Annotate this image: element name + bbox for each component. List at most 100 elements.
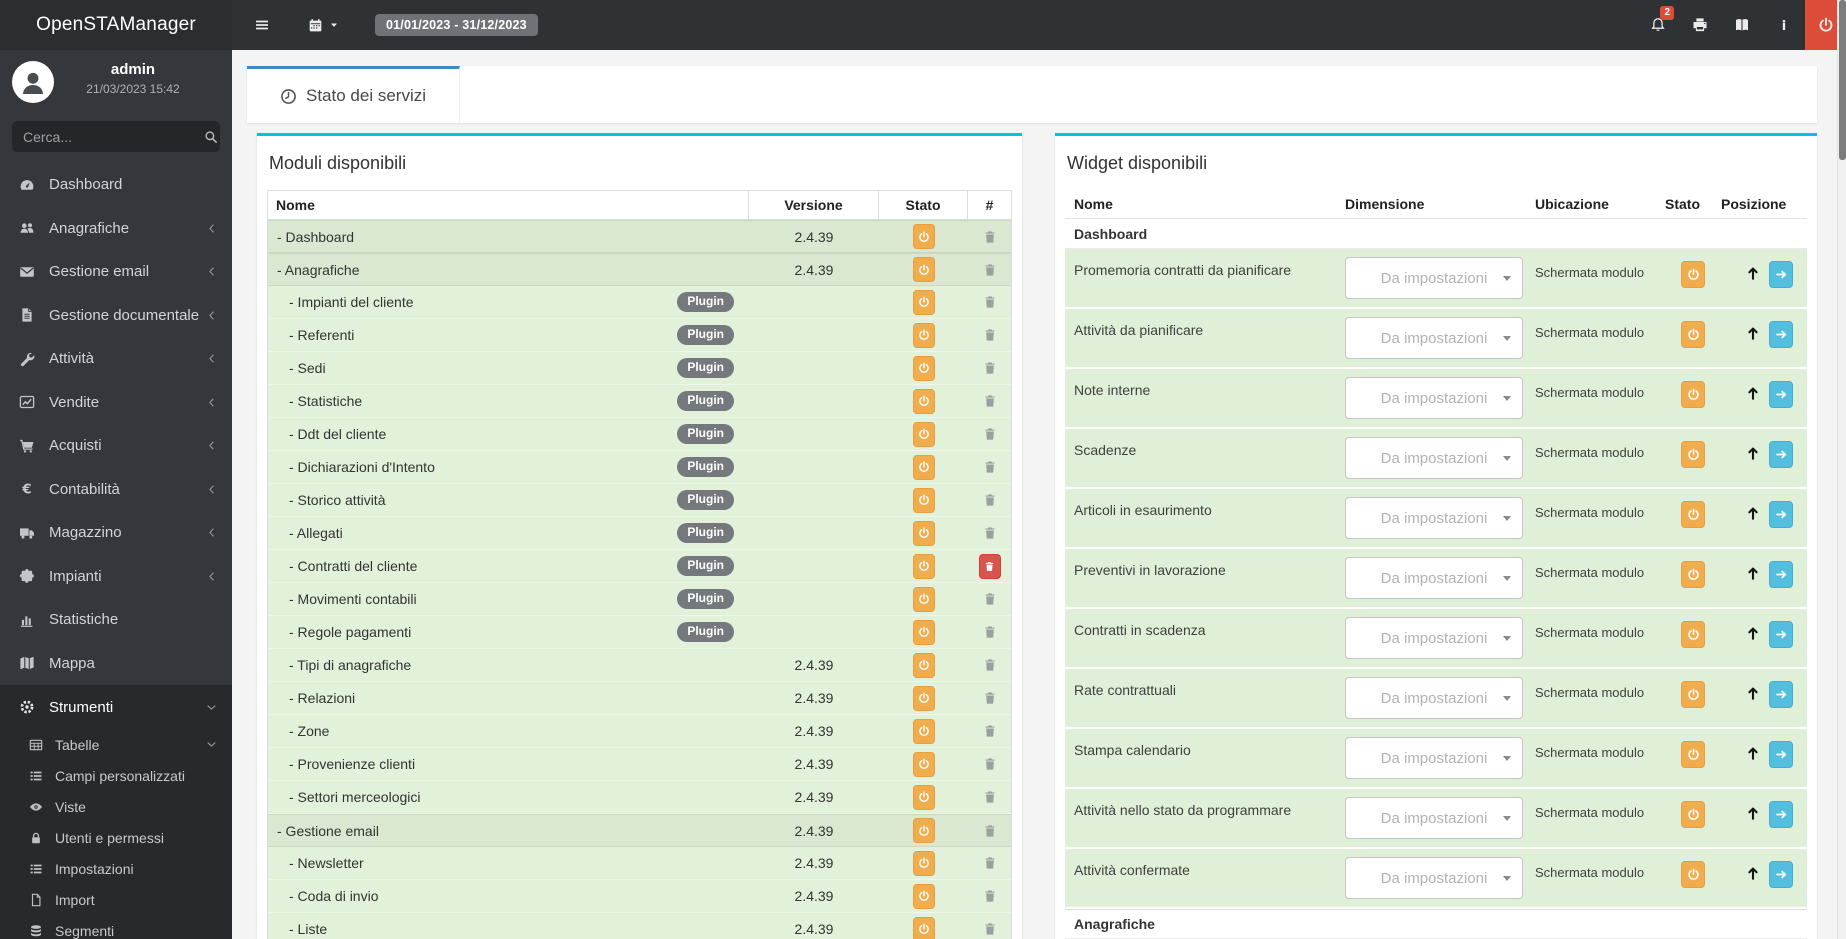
delete-module-button[interactable] [983, 625, 997, 639]
move-up-icon[interactable] [1745, 325, 1761, 341]
date-range-picker[interactable] [298, 0, 349, 50]
move-up-icon[interactable] [1745, 865, 1761, 881]
sidebar-subitem-utenti-e-permessi[interactable]: Utenti e permessi [0, 822, 232, 853]
delete-module-button[interactable] [983, 427, 997, 441]
toggle-module-button[interactable] [912, 454, 935, 480]
sidebar-item-gestione-documentale[interactable]: Gestione documentale [0, 294, 232, 338]
toggle-widget-button[interactable] [1681, 681, 1705, 708]
delete-module-button[interactable] [983, 922, 997, 936]
move-position-button[interactable] [1769, 381, 1793, 408]
toggle-module-button[interactable] [912, 751, 935, 777]
move-position-button[interactable] [1769, 261, 1793, 288]
move-position-button[interactable] [1769, 561, 1793, 588]
dimension-select[interactable]: Da impostazioni [1345, 317, 1523, 359]
delete-module-button[interactable] [983, 889, 997, 903]
sidebar-item-strumenti[interactable]: Strumenti [0, 685, 232, 729]
date-range-badge[interactable]: 01/01/2023 - 31/12/2023 [375, 14, 538, 36]
delete-module-button[interactable] [983, 394, 997, 408]
move-up-icon[interactable] [1745, 685, 1761, 701]
move-position-button[interactable] [1769, 741, 1793, 768]
toggle-module-button[interactable] [912, 818, 935, 843]
sidebar-subitem-campi-personalizzati[interactable]: Campi personalizzati [0, 760, 232, 791]
move-up-icon[interactable] [1745, 265, 1761, 281]
scrollbar-thumb[interactable] [1839, 0, 1846, 160]
delete-module-button[interactable] [983, 856, 997, 870]
sidebar-item-gestione-email[interactable]: Gestione email [0, 250, 232, 294]
toggle-widget-button[interactable] [1681, 621, 1705, 648]
toggle-module-button[interactable] [912, 224, 935, 249]
toggle-module-button[interactable] [912, 289, 935, 315]
dimension-select[interactable]: Da impostazioni [1345, 497, 1523, 539]
move-up-icon[interactable] [1745, 745, 1761, 761]
toggle-module-button[interactable] [912, 388, 935, 414]
toggle-module-button[interactable] [912, 652, 935, 678]
dimension-select[interactable]: Da impostazioni [1345, 617, 1523, 659]
toggle-module-button[interactable] [912, 553, 935, 579]
tab-stato-dei-servizi[interactable]: Stato dei servizi [247, 66, 460, 123]
delete-module-button[interactable] [983, 493, 997, 507]
move-up-icon[interactable] [1745, 505, 1761, 521]
delete-module-button[interactable] [983, 724, 997, 738]
sidebar-item-impianti[interactable]: Impianti [0, 555, 232, 599]
dimension-select[interactable]: Da impostazioni [1345, 257, 1523, 299]
toggle-module-button[interactable] [912, 520, 935, 546]
toggle-module-button[interactable] [912, 850, 935, 876]
sidebar-subitem-viste[interactable]: Viste [0, 791, 232, 822]
toggle-widget-button[interactable] [1681, 441, 1705, 468]
move-up-icon[interactable] [1745, 385, 1761, 401]
move-up-icon[interactable] [1745, 445, 1761, 461]
toggle-module-button[interactable] [912, 322, 935, 348]
dimension-select[interactable]: Da impostazioni [1345, 377, 1523, 419]
delete-module-button[interactable] [983, 328, 997, 342]
toggle-module-button[interactable] [912, 355, 935, 381]
sidebar-item-vendite[interactable]: Vendite [0, 381, 232, 425]
app-logo[interactable]: OpenSTAManager [0, 0, 232, 50]
sidebar-item-mappa[interactable]: Mappa [0, 642, 232, 686]
move-up-icon[interactable] [1745, 565, 1761, 581]
sidebar-subitem-segmenti[interactable]: Segmenti [0, 915, 232, 939]
move-position-button[interactable] [1769, 441, 1793, 468]
move-position-button[interactable] [1769, 501, 1793, 528]
sidebar-subitem-tabelle[interactable]: Tabelle [0, 729, 232, 760]
dimension-select[interactable]: Da impostazioni [1345, 797, 1523, 839]
move-up-icon[interactable] [1745, 805, 1761, 821]
sidebar-item-contabilit[interactable]: € Contabilità [0, 468, 232, 512]
delete-module-button[interactable] [983, 460, 997, 474]
toggle-module-button[interactable] [912, 883, 935, 909]
sidebar-item-anagrafiche[interactable]: Anagrafiche [0, 207, 232, 251]
print-button[interactable] [1679, 0, 1721, 50]
move-position-button[interactable] [1769, 621, 1793, 648]
delete-module-button[interactable] [983, 526, 997, 540]
toggle-widget-button[interactable] [1681, 381, 1705, 408]
sidebar-subitem-import[interactable]: Import [0, 884, 232, 915]
toggle-module-button[interactable] [912, 586, 935, 612]
dimension-select[interactable]: Da impostazioni [1345, 677, 1523, 719]
delete-module-button[interactable] [983, 790, 997, 804]
docs-button[interactable] [1721, 0, 1763, 50]
search-input[interactable] [23, 128, 204, 145]
delete-module-button[interactable] [983, 230, 997, 244]
delete-module-button[interactable] [983, 691, 997, 705]
toggle-widget-button[interactable] [1681, 861, 1705, 888]
delete-module-button[interactable] [983, 757, 997, 771]
move-position-button[interactable] [1769, 801, 1793, 828]
delete-module-button[interactable] [983, 592, 997, 606]
move-up-icon[interactable] [1745, 625, 1761, 641]
uninstall-module-button[interactable] [978, 553, 1001, 579]
dimension-select[interactable]: Da impostazioni [1345, 557, 1523, 599]
delete-module-button[interactable] [983, 263, 997, 277]
toggle-module-button[interactable] [912, 784, 935, 810]
sidebar-item-attivit[interactable]: Attività [0, 337, 232, 381]
toggle-widget-button[interactable] [1681, 801, 1705, 828]
sidebar-item-magazzino[interactable]: Magazzino [0, 511, 232, 555]
toggle-module-button[interactable] [912, 487, 935, 513]
search-icon[interactable] [204, 130, 218, 144]
toggle-widget-button[interactable] [1681, 501, 1705, 528]
move-position-button[interactable] [1769, 321, 1793, 348]
toggle-widget-button[interactable] [1681, 261, 1705, 288]
info-button[interactable]: i [1763, 0, 1805, 50]
sidebar-toggle-button[interactable] [244, 0, 280, 50]
move-position-button[interactable] [1769, 681, 1793, 708]
toggle-module-button[interactable] [912, 421, 935, 447]
delete-module-button[interactable] [983, 295, 997, 309]
